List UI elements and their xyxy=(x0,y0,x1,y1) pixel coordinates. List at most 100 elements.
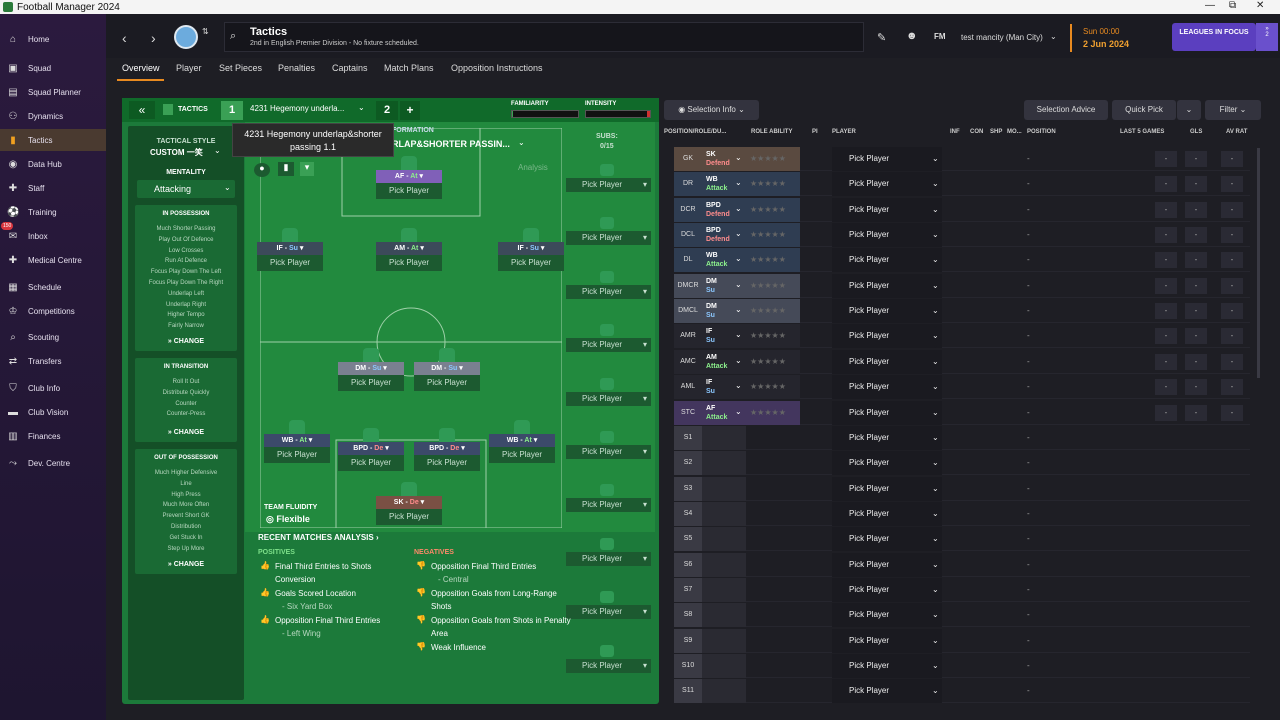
player-role[interactable]: BPD - De ▾ xyxy=(338,442,404,455)
tab-set-pieces[interactable]: Set Pieces xyxy=(219,63,262,73)
club-switch-icon[interactable]: ⇅ xyxy=(202,27,209,36)
substitute-slot[interactable]: Pick Player ▾ xyxy=(566,658,651,673)
selection-row[interactable] xyxy=(674,578,1250,602)
selection-row[interactable] xyxy=(674,654,1250,678)
pick-player-dropdown[interactable]: Pick Player ⌄ xyxy=(832,197,942,222)
filter-button[interactable]: Filter ⌄ xyxy=(1205,100,1261,120)
selection-row[interactable] xyxy=(674,603,1250,628)
sidebar-item-club-vision[interactable]: ▬ Club Vision xyxy=(0,401,106,423)
player-role[interactable]: WB - At ▾ xyxy=(489,434,555,447)
add-tactic-button[interactable]: + xyxy=(400,101,420,120)
player-slot[interactable]: AM - At ▾ Pick Player xyxy=(376,228,442,271)
selection-row[interactable] xyxy=(674,527,1250,552)
substitute-slot[interactable]: Pick Player ▾ xyxy=(566,445,651,459)
pick-player-dropdown[interactable]: Pick Player ⌄ xyxy=(832,654,942,678)
pick-player-dropdown[interactable]: Pick Player ⌄ xyxy=(832,248,942,273)
chevron-down-icon[interactable]: ⌄ xyxy=(735,254,742,263)
tactic-slot-1[interactable]: 1 xyxy=(221,101,243,120)
chevron-down-icon[interactable]: ⌄ xyxy=(735,305,742,314)
substitute-slot[interactable]: Pick Player ▾ xyxy=(566,498,651,513)
pick-player-dropdown[interactable]: Pick Player ⌄ xyxy=(832,273,942,298)
quick-pick-button[interactable]: Quick Pick xyxy=(1112,100,1176,120)
pick-player-button[interactable]: Pick Player xyxy=(489,447,555,463)
sidebar-item-staff[interactable]: ✚ Staff xyxy=(0,177,106,199)
player-slot[interactable]: IF - Su ▾ Pick Player xyxy=(257,228,323,271)
club-crest[interactable] xyxy=(174,25,198,49)
analysis-toggle[interactable]: Analysis xyxy=(518,163,548,172)
player-slot[interactable]: IF - Su ▾ Pick Player xyxy=(498,228,564,271)
fm-label[interactable]: FM xyxy=(934,32,946,41)
player-slot[interactable]: SK - De ▾ Pick Player xyxy=(376,482,442,525)
substitute-slot[interactable]: Pick Player ▾ xyxy=(566,284,651,299)
search-bar[interactable] xyxy=(224,22,864,52)
sidebar-item-squad[interactable]: ▣ Squad xyxy=(0,57,106,79)
formation-name[interactable]: RLAP&SHORTER PASSIN... xyxy=(392,139,510,149)
substitute-slot[interactable]: Pick Player ▾ xyxy=(566,338,651,353)
pick-player-dropdown[interactable]: Pick Player ⌄ xyxy=(832,603,942,628)
sidebar-item-dynamics[interactable]: ⚇ Dynamics xyxy=(0,105,106,127)
out-of-possession-change-button[interactable]: » CHANGE xyxy=(135,561,237,568)
pick-player-dropdown[interactable]: Pick Player ⌄ xyxy=(832,349,942,374)
sidebar-item-competitions[interactable]: ♔ Competitions xyxy=(0,300,106,322)
player-role[interactable]: AM - At ▾ xyxy=(376,242,442,255)
sidebar-item-training[interactable]: ⚽ Training xyxy=(0,201,106,223)
pick-player-dropdown[interactable]: Pick Player ⌄ xyxy=(832,679,942,704)
column-header[interactable]: MO... xyxy=(1007,129,1022,135)
pick-player-dropdown[interactable]: Pick Player ⌄ xyxy=(832,425,942,450)
player-slot[interactable]: DM - Su ▾ Pick Player xyxy=(414,348,480,391)
selection-advice-button[interactable]: Selection Advice xyxy=(1024,100,1108,120)
manager-icon[interactable]: ☻ xyxy=(906,30,918,42)
pick-player-dropdown[interactable]: Pick Player ⌄ xyxy=(832,324,942,349)
substitute-slot[interactable]: Pick Player ▾ xyxy=(566,551,651,566)
column-header[interactable]: PI xyxy=(812,129,818,135)
chevron-down-icon[interactable]: ⌄ xyxy=(735,153,742,162)
chevron-down-icon[interactable]: ⌄ xyxy=(735,229,742,238)
tab-player[interactable]: Player xyxy=(176,63,202,73)
player-role[interactable]: DM - Su ▾ xyxy=(338,362,404,375)
chevron-down-icon[interactable]: ⌄ xyxy=(735,280,742,289)
club-selector[interactable]: test mancity (Man City) xyxy=(961,33,1043,42)
bar-chart-icon[interactable]: ▮ xyxy=(278,162,294,176)
player-role[interactable]: IF - Su ▾ xyxy=(257,242,323,255)
selection-row[interactable] xyxy=(674,477,1250,501)
column-header[interactable]: PLAYER xyxy=(832,129,856,135)
pick-player-dropdown[interactable]: Pick Player ⌄ xyxy=(832,172,942,197)
pick-player-button[interactable]: Pick Player xyxy=(414,455,480,471)
tab-match-plans[interactable]: Match Plans xyxy=(384,63,434,73)
recent-matches-analysis-title[interactable]: RECENT MATCHES ANALYSIS › xyxy=(258,533,379,542)
selection-row[interactable] xyxy=(674,451,1250,476)
chevron-down-icon[interactable]: ⌄ xyxy=(735,356,742,365)
sidebar-item-dev-centre[interactable]: ⤳ Dev. Centre xyxy=(0,452,106,474)
column-header[interactable]: POSITION xyxy=(1027,129,1056,135)
sidebar-item-data-hub[interactable]: ◉ Data Hub xyxy=(0,153,106,175)
sidebar-item-scouting[interactable]: ⌕ Scouting xyxy=(0,326,106,348)
search-icon[interactable]: ⌕ xyxy=(230,30,236,43)
player-slot[interactable]: WB - At ▾ Pick Player xyxy=(489,420,555,463)
column-header[interactable]: GLS xyxy=(1190,129,1202,135)
player-role[interactable]: BPD - De ▾ xyxy=(414,442,480,455)
pick-player-dropdown[interactable]: Pick Player ⌄ xyxy=(832,577,942,602)
back-arrow-icon[interactable]: ‹ xyxy=(122,30,127,46)
chevron-down-icon[interactable]: ⌄ xyxy=(735,204,742,213)
quick-pick-dropdown[interactable]: ⌄ xyxy=(1177,100,1201,120)
tactic-name[interactable]: 4231 Hegemony underla... xyxy=(250,104,344,113)
sidebar-item-squad-planner[interactable]: ▤ Squad Planner xyxy=(0,81,106,103)
substitute-slot[interactable]: Pick Player ▾ xyxy=(566,178,651,192)
substitute-slot[interactable]: Pick Player ▾ xyxy=(566,391,651,406)
player-role[interactable]: DM - Su ▾ xyxy=(414,362,480,375)
tab-penalties[interactable]: Penalties xyxy=(278,63,315,73)
chevron-down-icon[interactable]: ⌄ xyxy=(358,103,365,112)
selection-row[interactable] xyxy=(674,426,1250,450)
pick-player-dropdown[interactable]: Pick Player ⌄ xyxy=(832,476,942,501)
substitute-slot[interactable]: Pick Player ▾ xyxy=(566,231,651,246)
maximize-button[interactable]: ⧉ xyxy=(1229,0,1236,11)
pick-player-dropdown[interactable]: Pick Player ⌄ xyxy=(832,451,942,476)
player-role[interactable]: WB - At ▾ xyxy=(264,434,330,447)
chevron-down-icon[interactable]: ⌄ xyxy=(735,381,742,390)
in-transition-change-button[interactable]: » CHANGE xyxy=(135,429,237,436)
column-header[interactable]: INF xyxy=(950,129,960,135)
forward-arrow-icon[interactable]: › xyxy=(151,30,156,46)
pick-player-dropdown[interactable]: Pick Player ⌄ xyxy=(832,375,942,400)
sidebar-item-medical-centre[interactable]: ✚ Medical Centre xyxy=(0,249,106,271)
pick-player-dropdown[interactable]: Pick Player ⌄ xyxy=(832,400,942,425)
